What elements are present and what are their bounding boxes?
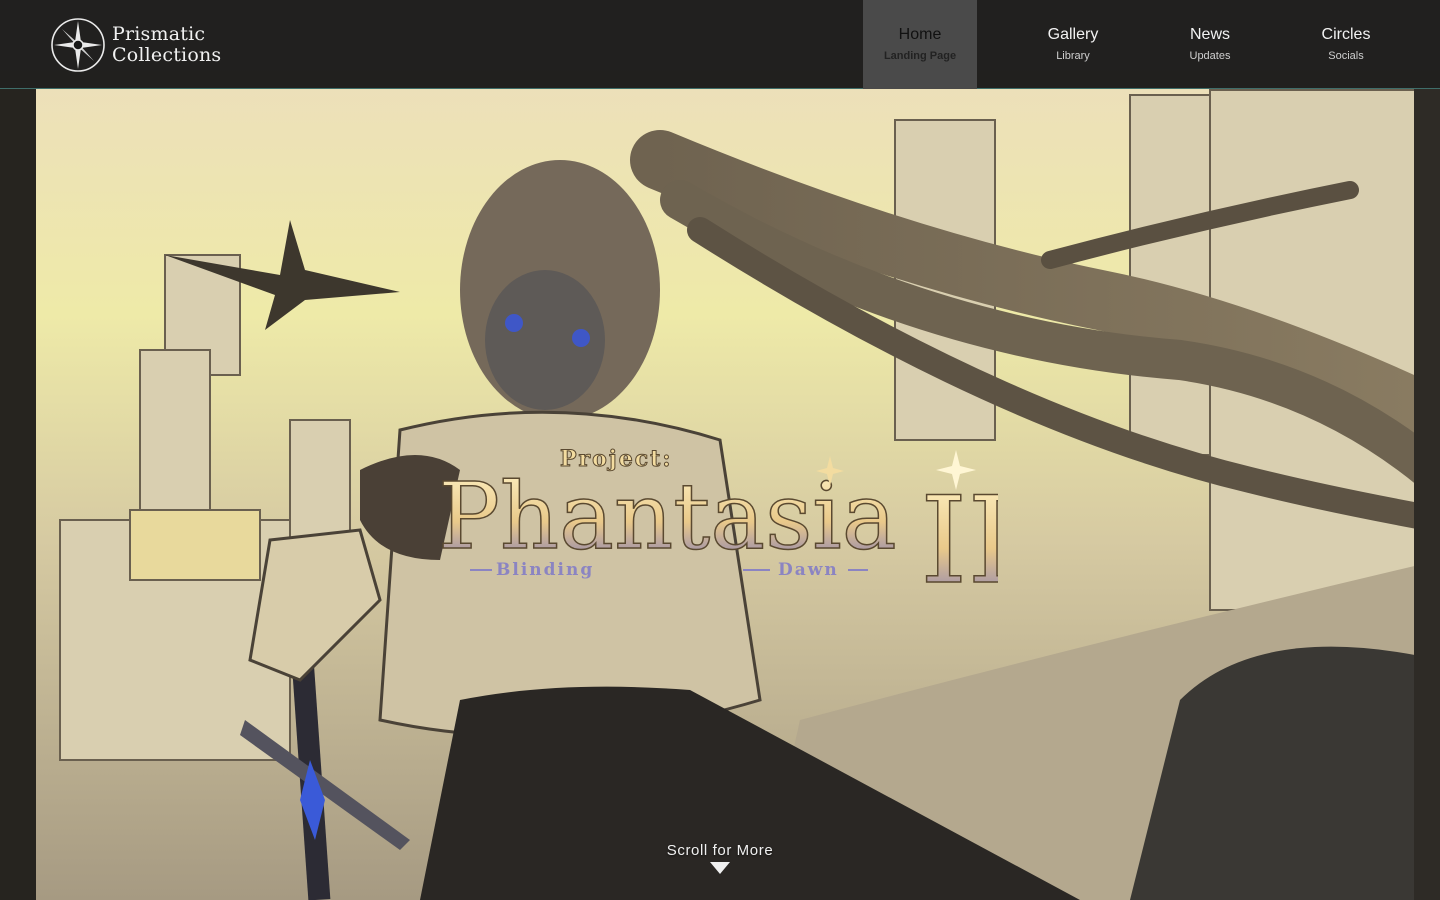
triangle-down-icon (710, 862, 730, 874)
nav-item-home[interactable]: Home Landing Page (863, 0, 977, 89)
game-title-logo: Project: Phantasia II Blinding Dawn (438, 446, 998, 595)
nav-item-news[interactable]: News Updates (1169, 0, 1251, 89)
nav-item-gallery[interactable]: Gallery Library (977, 0, 1169, 89)
nav-sublabel: Library (1056, 49, 1090, 62)
nav-sublabel: Updates (1189, 49, 1231, 62)
nav-sublabel: Landing Page (883, 49, 957, 62)
subtitle-left-text: Blinding (496, 560, 594, 580)
compass-star-icon (51, 18, 105, 72)
nav-label: News (1189, 25, 1230, 43)
hero-right-frame (1414, 89, 1440, 900)
hero-left-frame (0, 89, 36, 900)
nav-item-circles[interactable]: Circles Socials (1251, 0, 1440, 89)
main-nav: Home Landing Page Gallery Library News U… (863, 0, 1440, 89)
hero-section: Project: Phantasia II Blinding Dawn (0, 0, 1440, 900)
subtitle-right-text: Dawn (778, 560, 839, 580)
title-numeral-text: II (920, 472, 998, 594)
nav-sublabel: Socials (1328, 49, 1364, 62)
brand-name-line1: Prismatic (112, 23, 206, 45)
nav-label: Circles (1321, 25, 1371, 43)
top-navigation-bar: Prismatic Collections Home Landing Page … (0, 0, 1440, 89)
title-main-text: Phantasia (438, 463, 897, 570)
brand-name-line2: Collections (112, 44, 222, 66)
nav-label: Gallery (1047, 25, 1099, 43)
scroll-text: Scroll for More (666, 842, 774, 859)
scroll-for-more-button[interactable]: Scroll for More (620, 842, 820, 874)
brand-logo[interactable]: Prismatic Collections (50, 16, 250, 74)
nav-label: Home (898, 25, 942, 43)
